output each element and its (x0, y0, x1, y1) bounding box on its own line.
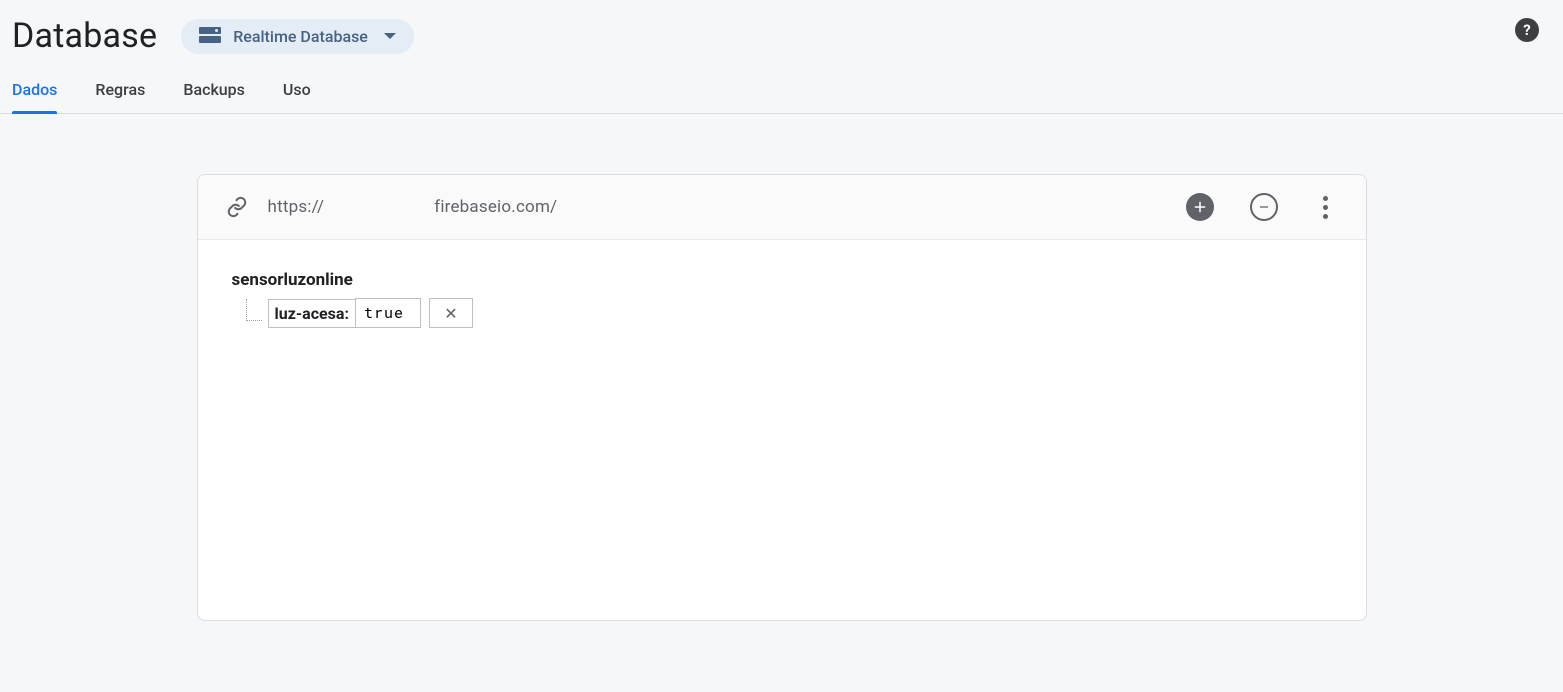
tree-connector-icon (246, 299, 262, 321)
more-options-button[interactable] (1314, 196, 1338, 219)
tree-child-row: luz-acesa: ✕ (246, 298, 1332, 328)
tree-root-node[interactable]: sensorluzonline (232, 270, 1332, 290)
data-card: https:// firebaseio.com/ sensorluzonline (197, 174, 1367, 621)
link-icon (226, 196, 248, 218)
chevron-down-icon (384, 33, 396, 39)
database-icon (199, 27, 221, 45)
tab-bar: Dados Regras Backups Uso (0, 56, 1563, 114)
child-key-label[interactable]: luz-acesa: (268, 299, 355, 328)
database-selector-label: Realtime Database (233, 27, 368, 46)
help-icon[interactable]: ? (1515, 18, 1539, 42)
database-type-selector[interactable]: Realtime Database (181, 19, 414, 54)
url-prefix: https:// (268, 197, 325, 217)
url-suffix: firebaseio.com/ (434, 197, 557, 217)
tab-regras[interactable]: Regras (95, 80, 145, 113)
database-url[interactable]: https:// firebaseio.com/ (268, 197, 1186, 217)
delete-child-button[interactable]: ✕ (429, 298, 473, 328)
tab-backups[interactable]: Backups (183, 80, 245, 113)
tab-uso[interactable]: Uso (283, 80, 311, 113)
page-title: Database (12, 16, 157, 56)
add-node-button[interactable] (1186, 193, 1214, 221)
child-value-input[interactable] (355, 298, 421, 328)
remove-node-button[interactable] (1250, 193, 1278, 221)
tab-dados[interactable]: Dados (12, 80, 57, 113)
tree-view: sensorluzonline luz-acesa: ✕ (198, 240, 1366, 620)
card-header: https:// firebaseio.com/ (198, 175, 1366, 240)
